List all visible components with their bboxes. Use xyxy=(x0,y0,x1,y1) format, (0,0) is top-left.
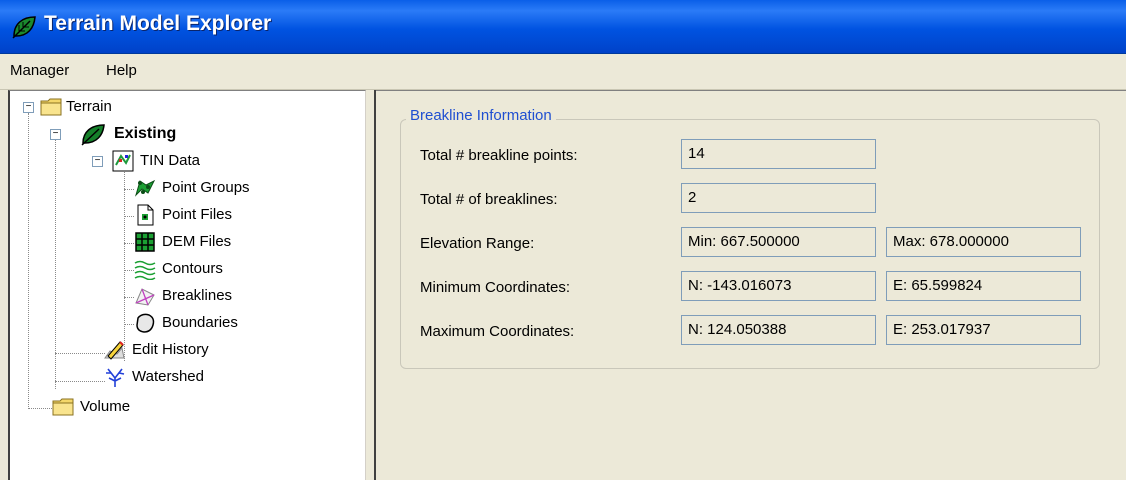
watershed-icon xyxy=(106,368,125,387)
tree-panel[interactable]: − Terrain − Existing − TIN Data Point Gr… xyxy=(8,90,366,480)
min-northing-field: N: -143.016073 xyxy=(681,271,876,301)
tree-item-edit-history[interactable]: Edit History xyxy=(10,338,350,362)
window-title: Terrain Model Explorer xyxy=(44,12,272,35)
tree-label-existing: Existing xyxy=(114,125,177,142)
title-bar[interactable]: Terrain Model Explorer xyxy=(0,0,1126,54)
tree-label-dem-files: DEM Files xyxy=(162,233,232,250)
elevation-min-field: Min: 667.500000 xyxy=(681,227,876,257)
point-groups-icon xyxy=(134,179,156,197)
tree-label-tin-data: TIN Data xyxy=(140,152,201,169)
tree-item-watershed[interactable]: Watershed xyxy=(10,365,350,389)
tree-item-point-groups[interactable]: Point Groups xyxy=(10,176,350,200)
tree-item-breaklines[interactable]: Breaklines xyxy=(10,284,350,308)
tree-label-watershed: Watershed xyxy=(132,368,204,385)
min-easting-field: E: 65.599824 xyxy=(886,271,1081,301)
tree-label-terrain: Terrain xyxy=(66,98,112,115)
point-files-icon xyxy=(137,204,154,226)
total-points-label: Total # breakline points: xyxy=(420,147,578,164)
panel-splitter[interactable] xyxy=(366,90,376,480)
collapse-icon[interactable]: − xyxy=(23,102,34,113)
details-panel: Breakline Information Total # breakline … xyxy=(376,90,1126,480)
tree-label-contours: Contours xyxy=(162,260,223,277)
menu-manager[interactable]: Manager xyxy=(10,62,69,79)
tin-data-icon xyxy=(112,150,134,172)
tree-item-point-files[interactable]: Point Files xyxy=(10,203,350,227)
max-northing-field: N: 124.050388 xyxy=(681,315,876,345)
dem-files-icon xyxy=(135,232,155,252)
group-title: Breakline Information xyxy=(406,107,556,124)
elevation-range-label: Elevation Range: xyxy=(420,235,535,252)
collapse-icon[interactable]: − xyxy=(92,156,103,167)
tree-label-boundaries: Boundaries xyxy=(162,314,238,331)
collapse-icon[interactable]: − xyxy=(50,129,61,140)
total-breaklines-label: Total # of breaklines: xyxy=(420,191,558,208)
leaf-icon xyxy=(12,16,36,39)
total-points-field: 14 xyxy=(681,139,876,169)
tree-item-boundaries[interactable]: Boundaries xyxy=(10,311,350,335)
edit-history-icon xyxy=(104,341,125,360)
boundaries-icon xyxy=(136,313,155,333)
max-easting-field: E: 253.017937 xyxy=(886,315,1081,345)
folder-icon xyxy=(40,98,62,116)
menu-bar: Manager Help xyxy=(0,54,1126,90)
tree-label-breaklines: Breaklines xyxy=(162,287,233,304)
total-breaklines-field: 2 xyxy=(681,183,876,213)
leaf-icon xyxy=(81,124,105,146)
menu-help[interactable]: Help xyxy=(106,62,137,79)
tree-label-point-groups: Point Groups xyxy=(162,179,250,196)
tree-item-contours[interactable]: Contours xyxy=(10,257,350,281)
tree-label-edit-history: Edit History xyxy=(132,341,209,358)
tree-label-point-files: Point Files xyxy=(162,206,233,223)
contours-icon xyxy=(134,260,156,280)
folder-icon xyxy=(52,398,74,416)
tree-item-tin-data[interactable]: − TIN Data xyxy=(10,149,350,173)
tree-item-dem-files[interactable]: DEM Files xyxy=(10,230,350,254)
min-coordinates-label: Minimum Coordinates: xyxy=(420,279,571,296)
tree-item-volume[interactable]: Volume xyxy=(10,395,350,419)
max-coordinates-label: Maximum Coordinates: xyxy=(420,323,575,340)
tree-label-volume: Volume xyxy=(80,398,131,415)
breaklines-icon xyxy=(135,288,155,306)
tree-item-existing[interactable]: − Existing xyxy=(10,122,350,146)
tree-item-terrain[interactable]: − Terrain xyxy=(10,95,350,119)
elevation-max-field: Max: 678.000000 xyxy=(886,227,1081,257)
